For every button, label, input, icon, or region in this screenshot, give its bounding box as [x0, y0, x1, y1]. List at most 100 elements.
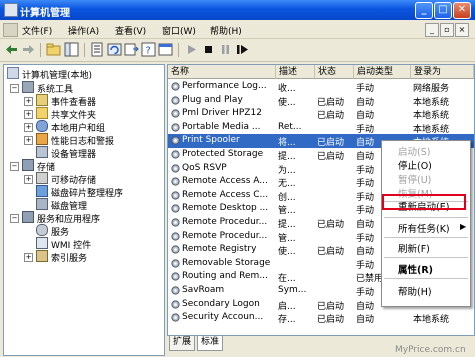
- service-row[interactable]: Performance Log... 收... 手动 网络服务: [168, 80, 474, 94]
- tree-node-defragmenter[interactable]: 磁盘碎片整理程序: [36, 185, 123, 199]
- expand-event-viewer[interactable]: +: [24, 97, 33, 106]
- wmi-icon: [36, 237, 48, 249]
- collapse-storage[interactable]: −: [10, 162, 19, 171]
- service-log-on-as: 网络服务: [413, 84, 450, 94]
- tree-node-disk-management[interactable]: 磁盘管理: [36, 198, 87, 212]
- service-row[interactable]: Security Accoun... 存... 已启动 自动 本地系统: [168, 311, 474, 325]
- service-description: Ret...: [278, 121, 302, 132]
- column-header-description[interactable]: 描述: [276, 65, 315, 79]
- service-log-on-as: 本地系统: [413, 315, 450, 326]
- tree-node-removable-storage[interactable]: 可移动存储: [36, 172, 96, 186]
- service-gear-icon: [171, 191, 180, 200]
- service-name: Remote Access C...: [182, 189, 269, 200]
- service-status: 已启动: [317, 138, 345, 149]
- menu-item-start[interactable]: 启动(S): [398, 144, 430, 158]
- console-icon[interactable]: [158, 42, 173, 57]
- service-status: 已启动: [317, 247, 345, 258]
- computer-management-icon: [4, 3, 18, 17]
- tab-standard[interactable]: 标准: [197, 336, 224, 351]
- service-description: 无...: [278, 179, 296, 190]
- minimize-button[interactable]: _: [415, 2, 433, 19]
- stop-service-icon[interactable]: [201, 42, 216, 57]
- mdi-close-button[interactable]: ×: [455, 23, 469, 37]
- service-gear-icon: [171, 245, 180, 254]
- service-name: Plug and Play: [182, 94, 243, 105]
- menu-separator: [384, 217, 468, 218]
- menu-item-pause[interactable]: 暂停(U): [398, 172, 431, 186]
- service-name: Secondary Logon: [182, 298, 260, 309]
- service-context-menu: 启动(S) 停止(O) 暂停(U) 恢复(M) 重新启动(E) 所有任务(K) …: [381, 140, 471, 307]
- collapse-system-tools[interactable]: −: [10, 84, 19, 93]
- properties-icon[interactable]: [90, 42, 105, 57]
- title-bar: 计算机管理 _ □ ✕: [0, 0, 475, 20]
- service-description: 为...: [278, 165, 296, 176]
- mdi-minimize-button[interactable]: _: [425, 23, 439, 37]
- tools-icon: [22, 81, 34, 93]
- console-tree-pane[interactable]: 计算机管理(本地) − 系统工具 + 事件查看器 + 共享文件夹 + 本地用户和…: [3, 64, 165, 356]
- expand-performance-logs[interactable]: +: [24, 136, 33, 145]
- menu-window[interactable]: 窗口(W): [162, 24, 196, 37]
- start-service-icon[interactable]: [184, 42, 199, 57]
- defrag-icon: [36, 185, 48, 197]
- tree-node-indexing-service[interactable]: 索引服务: [36, 250, 87, 264]
- tree-node-event-viewer[interactable]: 事件查看器: [36, 94, 96, 108]
- column-header-name[interactable]: 名称: [168, 65, 276, 79]
- pause-service-icon[interactable]: [218, 42, 233, 57]
- show-tree-icon[interactable]: [64, 42, 79, 57]
- menu-item-refresh[interactable]: 刷新(F): [398, 241, 430, 255]
- menu-item-properties[interactable]: 属性(R): [398, 262, 433, 276]
- menu-item-stop[interactable]: 停止(O): [398, 158, 432, 172]
- service-gear-icon: [171, 150, 180, 159]
- mdi-restore-button[interactable]: ▫: [440, 23, 454, 37]
- menu-item-all-tasks[interactable]: 所有任务(K): [398, 221, 450, 235]
- service-name: Performance Log...: [182, 81, 267, 91]
- close-button[interactable]: ✕: [453, 2, 471, 19]
- service-row[interactable]: Pml Driver HPZ12 已启动 自动 本地系统: [168, 107, 474, 121]
- tree-node-local-users[interactable]: 本地用户和组: [36, 120, 105, 134]
- expand-local-users[interactable]: +: [24, 123, 33, 132]
- tree-node-services-apps[interactable]: 服务和应用程序: [22, 211, 100, 225]
- tree-node-services[interactable]: 服务: [36, 224, 69, 238]
- menu-help[interactable]: 帮助(H): [210, 24, 242, 37]
- service-row[interactable]: Plug and Play 使... 已启动 自动 本地系统: [168, 94, 474, 108]
- expand-removable-storage[interactable]: +: [24, 175, 33, 184]
- tab-extended[interactable]: 扩展: [169, 336, 196, 351]
- service-name: Removable Storage: [182, 257, 271, 268]
- mdi-system-icon[interactable]: [3, 23, 18, 37]
- back-arrow-icon[interactable]: [4, 42, 19, 57]
- expand-shared-folders[interactable]: +: [24, 110, 33, 119]
- service-name: Security Accoun...: [182, 312, 264, 323]
- up-folder-icon[interactable]: [46, 42, 61, 57]
- help-icon[interactable]: ?: [141, 42, 156, 57]
- service-gear-icon: [171, 218, 180, 227]
- menu-action[interactable]: 操作(A): [68, 24, 99, 37]
- service-startup-type: 手动: [356, 124, 375, 135]
- collapse-services-apps[interactable]: −: [10, 214, 19, 223]
- column-header-log-on-as[interactable]: 登录为: [411, 65, 474, 79]
- service-startup-type: 自动: [356, 97, 375, 108]
- menu-item-help[interactable]: 帮助(H): [398, 284, 432, 298]
- forward-arrow-icon[interactable]: [21, 42, 36, 57]
- expand-indexing-service[interactable]: +: [24, 253, 33, 262]
- service-row[interactable]: Portable Media ... Ret... 手动 本地系统: [168, 121, 474, 135]
- service-gear-icon: [171, 82, 180, 91]
- tree-node-shared-folders[interactable]: 共享文件夹: [36, 107, 96, 121]
- service-description: 启...: [278, 301, 296, 312]
- service-name: Pml Driver HPZ12: [182, 108, 262, 119]
- tree-node-storage[interactable]: 存储: [22, 159, 55, 173]
- tree-node-system-tools[interactable]: 系统工具: [22, 81, 73, 95]
- column-header-status[interactable]: 状态: [315, 65, 354, 79]
- tree-node-device-manager[interactable]: 设备管理器: [36, 146, 96, 160]
- export-list-icon[interactable]: [124, 42, 139, 57]
- maximize-button[interactable]: □: [434, 2, 452, 19]
- column-header-startup-type[interactable]: 启动类型: [354, 65, 411, 79]
- refresh-icon[interactable]: [107, 42, 122, 57]
- tree-node-wmi-control[interactable]: WMI 控件: [36, 237, 91, 251]
- users-icon: [36, 120, 48, 132]
- tree-node-performance-logs[interactable]: 性能日志和警报: [36, 133, 114, 147]
- service-status: 已启动: [317, 152, 345, 162]
- menu-view[interactable]: 查看(V): [115, 24, 146, 37]
- restart-service-icon[interactable]: [235, 42, 250, 57]
- tree-node-root[interactable]: 计算机管理(本地): [7, 67, 92, 81]
- menu-file[interactable]: 文件(F): [22, 24, 52, 37]
